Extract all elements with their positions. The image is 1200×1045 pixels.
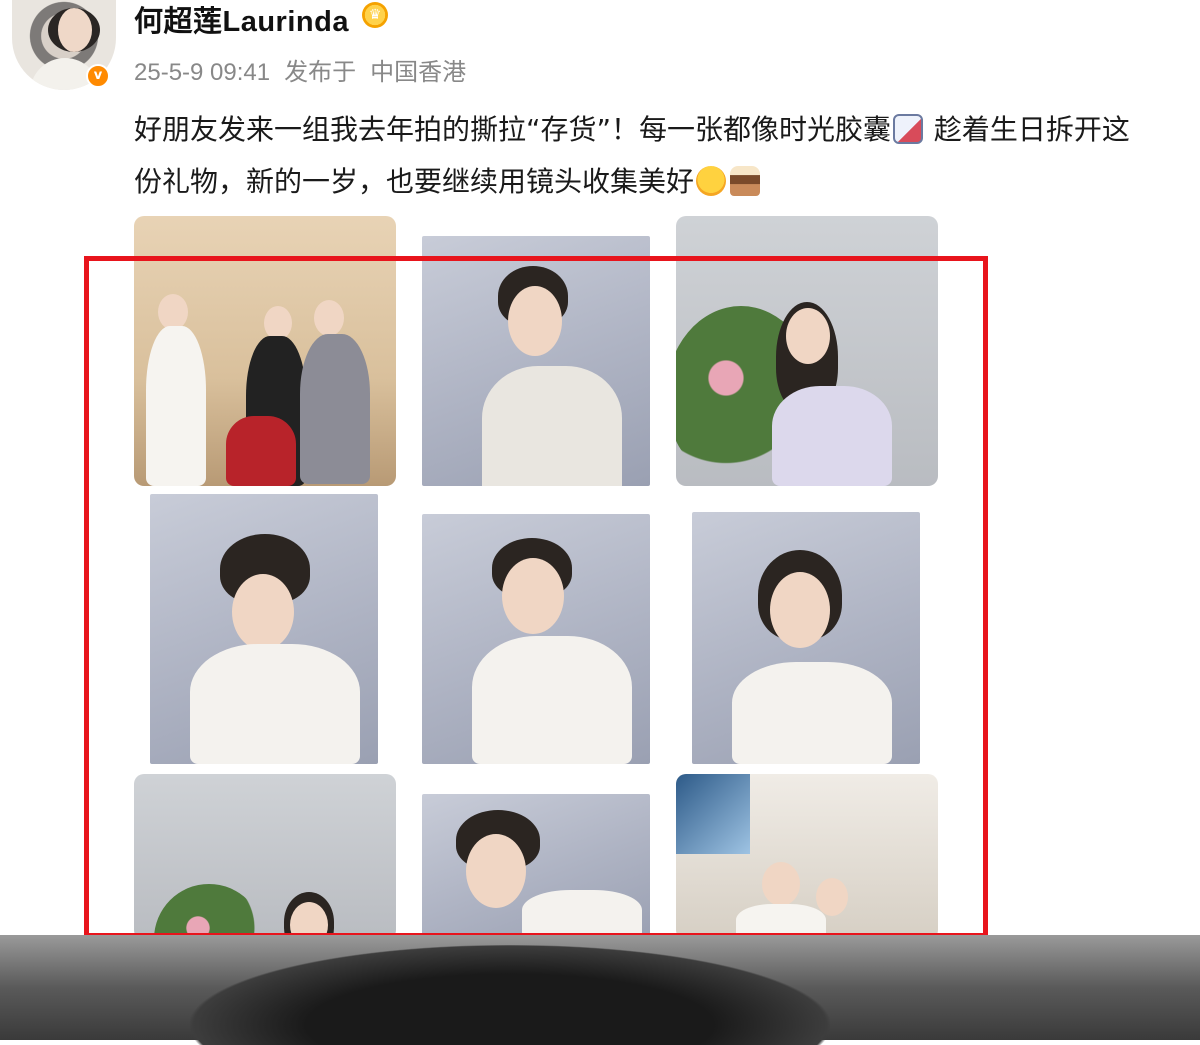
post-body: 好朋友发来一组我去年拍的撕拉“存货”！每一张都像时光胶囊 趁着生日拆开这 份礼物… (134, 104, 1194, 208)
post-text-part1: 好朋友发来一组我去年拍的撕拉“存货”！每一张都像时光胶囊 (134, 113, 892, 146)
publish-label: 发布于 (284, 59, 357, 86)
hug-face-icon (696, 166, 727, 196)
bottom-image-strip (0, 935, 1200, 1045)
post-text-part3: 份礼物，新的一岁，也要继续用镜头收集美好 (134, 165, 695, 198)
hair-shadow (190, 945, 830, 1045)
cake-icon (730, 166, 761, 196)
highlight-frame (84, 256, 988, 938)
envelope-heart-icon (893, 114, 924, 144)
verified-badge-icon: v (86, 64, 110, 88)
username-link[interactable]: 何超莲Laurinda (134, 0, 349, 40)
post-date: 25-5-9 09:41 (134, 59, 271, 86)
post-location: 中国香港 (370, 59, 467, 86)
post-text-part2: 趁着生日拆开这 (925, 113, 1130, 146)
crown-icon: ♛ (362, 2, 388, 28)
post-meta: 25-5-9 09:41 发布于 中国香港 (134, 52, 480, 87)
avatar-face (48, 8, 100, 52)
